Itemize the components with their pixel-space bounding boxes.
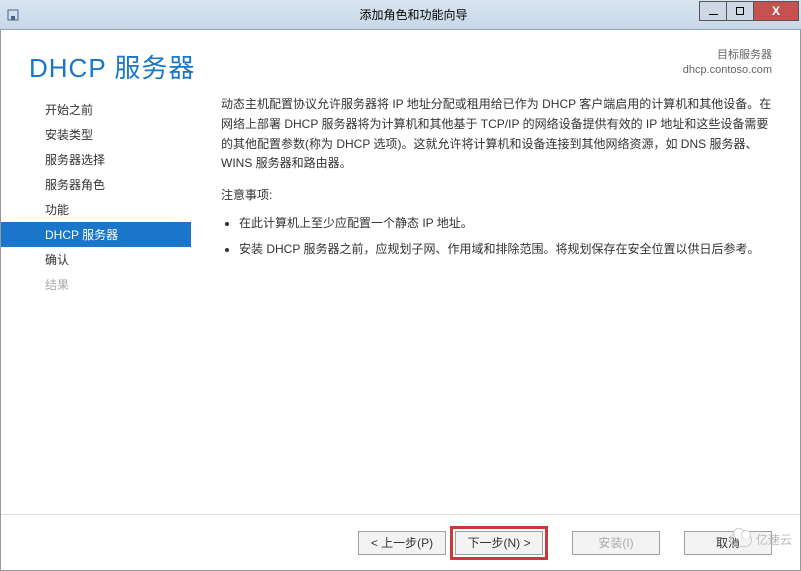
close-button[interactable]: X [753,1,799,21]
minimize-button[interactable] [699,1,727,21]
wizard-sidebar: 开始之前 安装类型 服务器选择 服务器角色 功能 DHCP 服务器 确认 结果 [1,91,191,514]
sidebar-item-server-roles[interactable]: 服务器角色 [1,172,191,197]
app-icon [0,0,26,29]
titlebar: 添加角色和功能向导 X [0,0,801,30]
sidebar-item-confirm[interactable]: 确认 [1,247,191,272]
sidebar-item-install-type[interactable]: 安装类型 [1,122,191,147]
window-controls: X [700,1,799,21]
notes-list: 在此计算机上至少应配置一个静态 IP 地址。 安装 DHCP 服务器之前，应规划… [221,214,772,260]
cancel-button[interactable]: 取消 [684,531,772,555]
note-item: 在此计算机上至少应配置一个静态 IP 地址。 [239,214,772,234]
window-title: 添加角色和功能向导 [26,6,801,23]
sidebar-item-features[interactable]: 功能 [1,197,191,222]
sidebar-item-before-begin[interactable]: 开始之前 [1,97,191,122]
wizard-footer: < 上一步(P) 下一步(N) > 安装(I) 取消 [1,514,800,570]
notes-heading: 注意事项: [221,186,772,206]
sidebar-item-dhcp-server[interactable]: DHCP 服务器 [1,222,191,247]
sidebar-item-results: 结果 [1,272,191,297]
previous-button[interactable]: < 上一步(P) [358,531,446,555]
next-button-highlight: 下一步(N) > [450,526,548,560]
wizard-main: 动态主机配置协议允许服务器将 IP 地址分配或租用给已作为 DHCP 客户端启用… [191,91,800,514]
target-server-info: 目标服务器 dhcp.contoso.com [683,48,772,79]
note-item: 安装 DHCP 服务器之前，应规划子网、作用域和排除范围。将规划保存在安全位置以… [239,240,772,260]
intro-text: 动态主机配置协议允许服务器将 IP 地址分配或租用给已作为 DHCP 客户端启用… [221,95,772,174]
maximize-button[interactable] [726,1,754,21]
sidebar-item-server-selection[interactable]: 服务器选择 [1,147,191,172]
target-server-value: dhcp.contoso.com [683,63,772,78]
next-button[interactable]: 下一步(N) > [455,531,543,555]
target-server-label: 目标服务器 [683,48,772,63]
wizard-header: DHCP 服务器 目标服务器 dhcp.contoso.com [1,30,800,91]
wizard-body: 开始之前 安装类型 服务器选择 服务器角色 功能 DHCP 服务器 确认 结果 … [1,91,800,514]
install-button: 安装(I) [572,531,660,555]
wizard-content: DHCP 服务器 目标服务器 dhcp.contoso.com 开始之前 安装类… [0,30,801,571]
page-title: DHCP 服务器 [29,48,195,85]
